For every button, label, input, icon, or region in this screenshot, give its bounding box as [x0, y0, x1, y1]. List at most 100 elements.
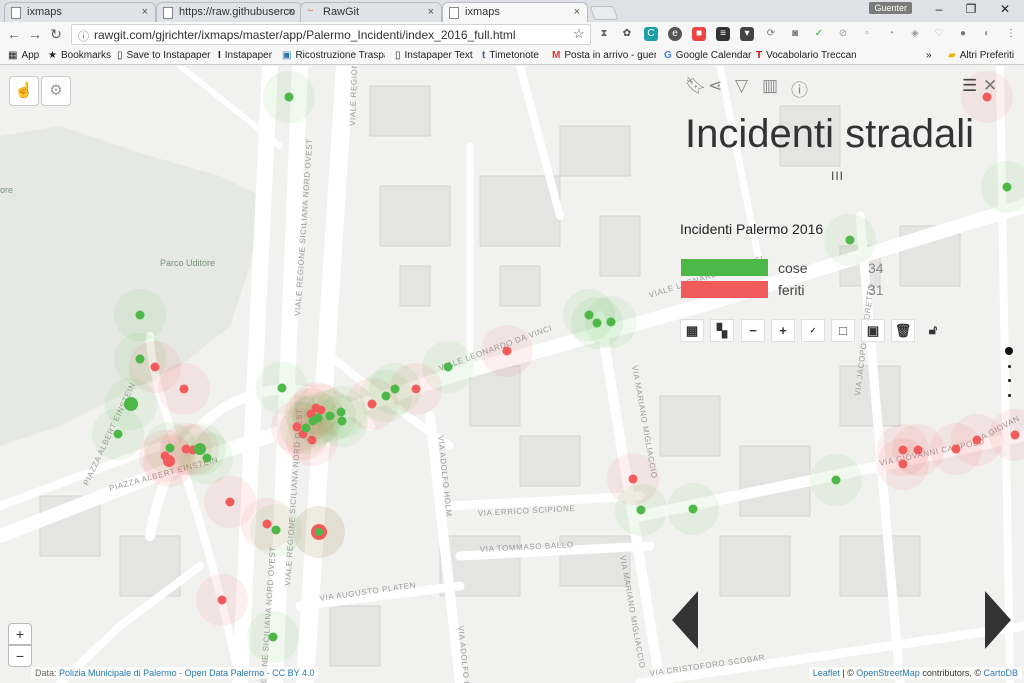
incident-marker-cose[interactable] — [390, 384, 400, 394]
settings-extension-icon[interactable]: ✿ — [620, 27, 634, 41]
incident-marker-cose[interactable] — [202, 453, 212, 463]
close-icon[interactable]: ✕ — [983, 76, 997, 96]
reload-button[interactable]: ↻ — [48, 26, 64, 43]
framed-square-button[interactable]: ▣ — [861, 319, 885, 342]
extension-page-icon[interactable]: ▫ — [860, 27, 874, 41]
tab-ixmaps-active[interactable]: ixmaps × — [442, 2, 588, 22]
bookmark-instapaper-text[interactable]: ▯ Instapaper Text — [395, 50, 473, 61]
incident-marker-feriti[interactable] — [411, 384, 421, 394]
pocket-icon[interactable]: ▾ — [740, 27, 754, 41]
trash-icon[interactable]: 🗑︎ — [891, 319, 915, 342]
incident-marker-feriti[interactable] — [316, 405, 326, 415]
layers-extension-icon[interactable]: ≡ — [716, 27, 730, 41]
address-bar[interactable]: ⓘ rawgit.com/gjrichter/ixmaps/master/app… — [71, 24, 591, 45]
incident-marker-cose[interactable] — [337, 416, 347, 426]
new-tab-button[interactable] — [589, 6, 619, 20]
incident-marker-cose[interactable] — [194, 443, 206, 455]
check-extension-icon[interactable]: ✓ — [812, 27, 826, 41]
blank-square-button[interactable]: □ — [831, 319, 855, 342]
incident-marker-feriti[interactable] — [628, 474, 638, 484]
extension-lens-icon[interactable]: ◔ — [884, 27, 898, 41]
incident-marker-feriti[interactable] — [307, 435, 317, 445]
page-dot[interactable] — [1008, 379, 1011, 382]
incident-marker-feriti[interactable] — [913, 445, 923, 455]
incident-marker-feriti[interactable] — [163, 455, 175, 467]
user-profile-badge[interactable]: Guenter — [869, 2, 912, 14]
incident-marker-cose[interactable] — [271, 525, 281, 535]
extension-e-icon[interactable]: e — [668, 27, 682, 41]
grid-large-button[interactable]: ▚ — [710, 319, 734, 342]
page-dot[interactable] — [1008, 365, 1011, 368]
zoom-in-button[interactable]: + — [8, 623, 32, 645]
incident-marker-cose[interactable] — [443, 362, 453, 372]
cartodb-link[interactable]: CartoDB — [983, 668, 1018, 678]
speech-extension-icon[interactable]: ● — [956, 27, 970, 41]
restore-button[interactable]: ❐ — [956, 2, 986, 16]
tab-ixmaps-1[interactable]: ixmaps × — [4, 2, 156, 22]
incident-marker-cose[interactable] — [845, 235, 855, 245]
bookmark-icon[interactable]: 🔖︎ — [685, 76, 707, 96]
incident-marker-feriti[interactable] — [217, 595, 227, 605]
incident-marker-cose[interactable] — [268, 632, 278, 642]
bookmark-other[interactable]: ▰ Altri Preferiti — [948, 50, 1014, 61]
bookmark-app[interactable]: ▦ App — [8, 50, 39, 61]
incident-marker-cose[interactable] — [135, 310, 145, 320]
incident-marker-feriti[interactable] — [367, 399, 377, 409]
incident-marker-cose[interactable] — [831, 475, 841, 485]
tab-rawgit[interactable]: ~ RawGit × — [300, 2, 442, 22]
leaflet-link[interactable]: Leaflet — [813, 668, 840, 678]
bookmark-google-calendar[interactable]: G Google Calendar — [664, 50, 751, 61]
incident-marker-cose[interactable] — [313, 413, 323, 423]
bookmark-ricostruzione[interactable]: ▣Ricostruzione Traspare — [282, 50, 385, 61]
page-info-icon[interactable]: ⓘ — [78, 28, 89, 44]
incident-marker-feriti[interactable] — [951, 444, 961, 454]
attribution-source-link[interactable]: Polizia Municipale di Palermo - Open Dat… — [59, 668, 314, 678]
next-arrow-button[interactable] — [985, 591, 1011, 649]
forward-button[interactable]: → — [27, 26, 43, 42]
extension-c-icon[interactable]: C — [644, 27, 658, 41]
size-plus-button[interactable]: + — [771, 319, 795, 342]
extension-grey-icon[interactable]: ⊘ — [836, 27, 850, 41]
incident-marker-cose[interactable] — [301, 423, 311, 433]
incident-marker-feriti[interactable] — [262, 519, 272, 529]
bookmark-bookmarks[interactable]: ★ Bookmarks — [48, 50, 111, 61]
close-tab-icon[interactable]: × — [574, 6, 580, 18]
incident-marker-cose[interactable] — [336, 407, 346, 417]
incident-marker-feriti[interactable] — [1010, 430, 1020, 440]
menu-icon[interactable]: ⋮ — [1004, 27, 1018, 41]
bar-chart-icon[interactable]: III — [831, 169, 844, 183]
incident-marker-feriti[interactable] — [225, 497, 235, 507]
bookmark-timetonote[interactable]: t Timetonote — [482, 50, 539, 61]
extension-heart-icon[interactable]: ♡ — [932, 27, 946, 41]
incident-marker-feriti[interactable] — [898, 459, 908, 469]
unlock-icon[interactable]: 🔓︎ — [921, 319, 945, 342]
incident-marker-feriti[interactable] — [150, 362, 160, 372]
close-tab-icon[interactable]: × — [288, 6, 294, 18]
hourglass-icon[interactable]: ⧗ — [597, 27, 611, 41]
extension-colors-icon[interactable]: ■ — [692, 27, 706, 41]
bookmark-treccani[interactable]: T Vocabolario Treccani — [756, 50, 857, 61]
grid-small-button[interactable]: ▦ — [680, 319, 704, 342]
back-button[interactable]: ← — [6, 26, 22, 42]
size-minus-button[interactable]: − — [741, 319, 765, 342]
incident-marker-cose[interactable] — [325, 411, 335, 421]
share-icon[interactable]: ⋖ — [708, 76, 722, 96]
incident-marker-cose[interactable] — [381, 391, 391, 401]
incident-marker-cose[interactable] — [284, 92, 294, 102]
incident-marker-feriti[interactable] — [972, 435, 982, 445]
incident-marker-feriti[interactable] — [292, 422, 302, 432]
incident-marker-feriti[interactable] — [898, 445, 908, 455]
label-toggle-button[interactable]: ✓ — [801, 319, 825, 342]
incident-marker-cose[interactable] — [124, 397, 138, 411]
bookmark-instapaper[interactable]: I Instapaper — [218, 50, 272, 61]
incident-marker-cose[interactable] — [113, 429, 123, 439]
close-tab-icon[interactable]: × — [142, 6, 148, 18]
incident-marker-cose[interactable] — [636, 505, 646, 515]
bookmark-star-icon[interactable]: ☆ — [573, 26, 585, 42]
incident-marker-cose[interactable] — [315, 528, 323, 536]
incident-marker-cose[interactable] — [277, 383, 287, 393]
zoom-out-button[interactable]: − — [8, 645, 32, 667]
incident-marker-cose[interactable] — [592, 318, 602, 328]
list-icon[interactable]: ☰ — [962, 76, 977, 96]
close-window-button[interactable]: ✕ — [990, 2, 1020, 16]
